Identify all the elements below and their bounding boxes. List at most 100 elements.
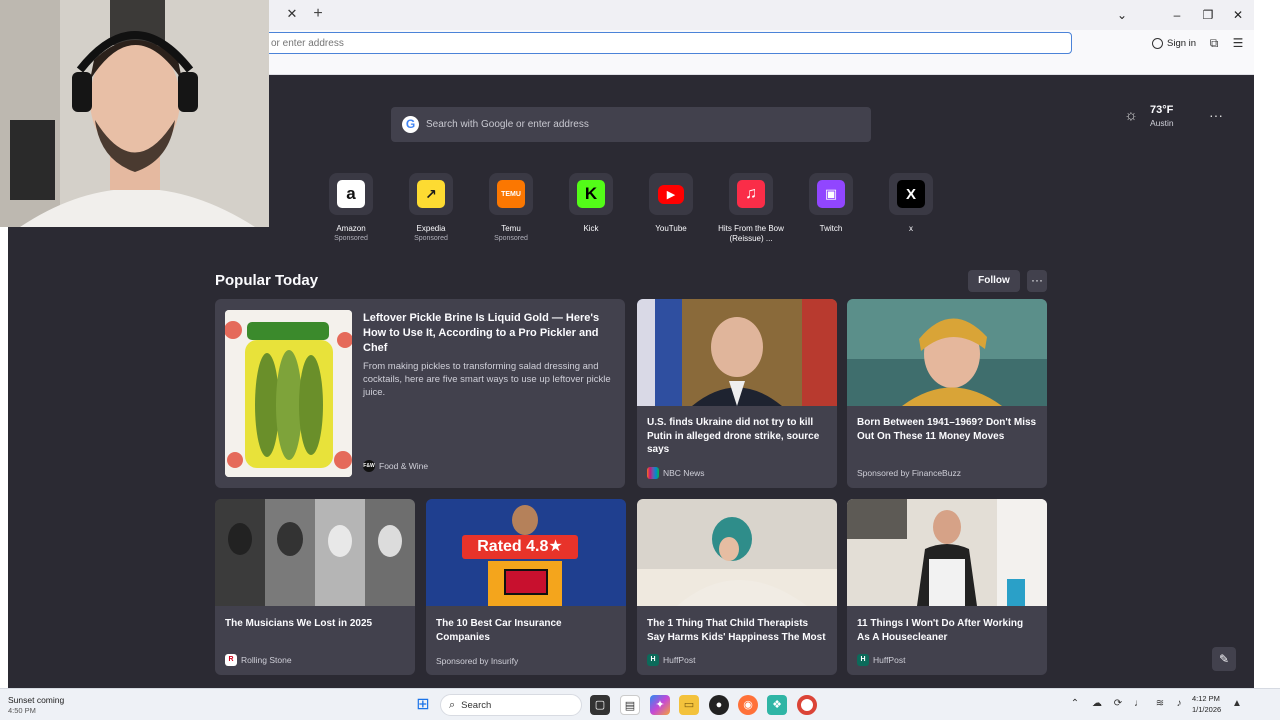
shortcut-temu[interactable]: TEMU Temu Sponsored — [471, 173, 551, 245]
rating-banner: Rated 4.8★ — [462, 535, 578, 559]
shortcut-twitch[interactable]: ▣ Twitch — [791, 173, 871, 245]
obs-icon[interactable]: ● — [709, 695, 729, 715]
account-icon — [1152, 37, 1163, 49]
app-icon[interactable]: ❖ — [767, 695, 787, 715]
shortcut-apple-music[interactable]: ♫ Hits From the Bow (Reissue) ... — [711, 173, 791, 245]
story-card-featured[interactable]: Leftover Pickle Brine Is Liquid Gold — H… — [215, 299, 625, 488]
shortcut-label: Expedia — [416, 224, 446, 233]
chrome-icon[interactable] — [797, 695, 817, 715]
shortcut-label: Temu — [501, 224, 521, 233]
story-image — [225, 310, 352, 477]
shortcut-tile: ▣ — [809, 173, 853, 215]
story-card[interactable]: The 1 Thing That Child Therapists Say Ha… — [637, 499, 837, 675]
shortcut-sponsored: Sponsored — [334, 235, 368, 242]
source-name: Sponsored by Insurify — [436, 656, 519, 666]
notepad-icon[interactable]: ▤ — [620, 695, 640, 715]
taskbar-search[interactable]: ⌕ Search — [440, 694, 582, 716]
microphone-icon[interactable]: ♩ — [1132, 697, 1146, 711]
shortcut-label: Kick — [583, 224, 599, 233]
menu-icon[interactable]: ☰ — [1230, 35, 1246, 51]
taskbar-clock-date[interactable]: 1/1/2026 — [1192, 705, 1221, 714]
tab-close-icon[interactable]: ✕ — [284, 6, 300, 22]
source-name: Sponsored by FinanceBuzz — [857, 468, 961, 478]
webcam-feed-image — [0, 0, 269, 227]
windows-start-icon[interactable]: ⊞ — [413, 695, 433, 715]
shortcut-sponsored: Sponsored — [414, 235, 448, 242]
page-edge — [0, 225, 8, 688]
rolling-stone-icon: R — [225, 654, 237, 666]
shortcut-kick[interactable]: K Kick — [551, 173, 631, 245]
story-source: Sponsored by FinanceBuzz — [857, 468, 961, 478]
section-more-button[interactable]: ··· — [1027, 270, 1047, 292]
shortcut-tile: ▶ — [649, 173, 693, 215]
address-input[interactable] — [263, 33, 1071, 54]
taskbar-weather-time[interactable]: 4:50 PM — [8, 706, 36, 715]
taskbar: Sunset coming 4:50 PM ⊞ ⌕ Search ▢ ▤ ✦ ▭… — [0, 688, 1280, 720]
story-card-sponsored[interactable]: Born Between 1941–1969? Don't Miss Out O… — [847, 299, 1047, 488]
follow-button[interactable]: Follow — [968, 270, 1020, 292]
sync-icon[interactable]: ⟳ — [1111, 697, 1125, 711]
amazon-icon: a — [337, 180, 365, 208]
minimize-button[interactable]: – — [1168, 6, 1186, 24]
weather-temperature[interactable]: 73°F — [1150, 104, 1173, 116]
story-card-sponsored[interactable]: Rated 4.8★ The 10 Best Car Insurance Com… — [426, 499, 626, 675]
shortcut-sponsored: Sponsored — [494, 235, 528, 242]
story-image — [847, 299, 1047, 406]
volume-icon[interactable]: ♪ — [1172, 697, 1186, 711]
twitch-icon: ▣ — [817, 180, 845, 208]
partly-sunny-icon: ☼ — [1124, 107, 1138, 124]
section-title: Popular Today — [215, 272, 319, 289]
search-input[interactable] — [426, 107, 871, 142]
search-box[interactable]: G — [391, 107, 871, 142]
story-card[interactable]: The Musicians We Lost in 2025 R Rolling … — [215, 499, 415, 675]
story-card[interactable]: U.S. finds Ukraine did not try to kill P… — [637, 299, 837, 488]
apple-music-icon: ♫ — [737, 180, 765, 208]
story-image — [215, 499, 415, 606]
shortcut-tile: K — [569, 173, 613, 215]
new-tab-button[interactable]: + — [309, 5, 327, 23]
firefox-icon[interactable]: ◉ — [738, 695, 758, 715]
maximize-button[interactable]: ❐ — [1199, 6, 1217, 24]
x-icon: X — [897, 180, 925, 208]
wifi-icon[interactable]: ≋ — [1153, 697, 1167, 711]
huffpost-icon: H — [857, 654, 869, 666]
huffpost-icon: H — [647, 654, 659, 666]
shortcut-label: Hits From the Bow (Reissue) ... — [718, 224, 784, 243]
story-title: Born Between 1941–1969? Don't Miss Out O… — [857, 417, 1037, 442]
story-source: H HuffPost — [857, 654, 905, 666]
taskbar-weather-title[interactable]: Sunset coming — [8, 695, 64, 705]
weather-location[interactable]: Austin — [1150, 118, 1174, 128]
youtube-icon: ▶ — [658, 184, 684, 204]
copilot-icon[interactable]: ✦ — [650, 695, 670, 715]
sign-in-button[interactable]: Sign in — [1152, 35, 1196, 51]
customize-pencil-icon[interactable]: ✎ — [1212, 647, 1236, 671]
task-view-icon[interactable]: ▢ — [590, 695, 610, 715]
shortcut-youtube[interactable]: ▶ YouTube — [631, 173, 711, 245]
shortcut-x[interactable]: X x — [871, 173, 951, 245]
close-window-button[interactable]: ✕ — [1229, 6, 1247, 24]
story-card[interactable]: 11 Things I Won't Do After Working As A … — [847, 499, 1047, 675]
weather-menu-icon[interactable]: ··· — [1207, 106, 1225, 124]
shortcut-label: x — [909, 224, 913, 233]
notifications-bell-icon[interactable]: ▲ — [1230, 697, 1244, 711]
address-bar[interactable] — [262, 32, 1072, 54]
file-explorer-icon[interactable]: ▭ — [679, 695, 699, 715]
extensions-icon[interactable]: ⧉ — [1206, 35, 1222, 51]
story-excerpt: From making pickles to transforming sala… — [363, 361, 611, 398]
story-title: The 10 Best Car Insurance Companies — [436, 618, 562, 643]
story-image — [637, 499, 837, 606]
shortcut-amazon[interactable]: a Amazon Sponsored — [311, 173, 391, 245]
story-title: The 1 Thing That Child Therapists Say Ha… — [647, 618, 826, 643]
story-image — [847, 499, 1047, 606]
story-title: U.S. finds Ukraine did not try to kill P… — [647, 417, 820, 455]
shortcut-tile: a — [329, 173, 373, 215]
tray-overflow-chevron-icon[interactable]: ⌃ — [1068, 697, 1082, 711]
screen-edge — [1254, 0, 1280, 688]
shortcut-expedia[interactable]: ↗ Expedia Sponsored — [391, 173, 471, 245]
taskbar-clock-time[interactable]: 4:12 PM — [1192, 694, 1220, 703]
story-source: F&W Food & Wine — [363, 460, 428, 472]
tab-list-chevron-icon[interactable]: ⌄ — [1113, 6, 1131, 24]
onedrive-icon[interactable]: ☁ — [1090, 697, 1104, 711]
shortcut-tile: X — [889, 173, 933, 215]
shortcut-label: Amazon — [336, 224, 366, 233]
